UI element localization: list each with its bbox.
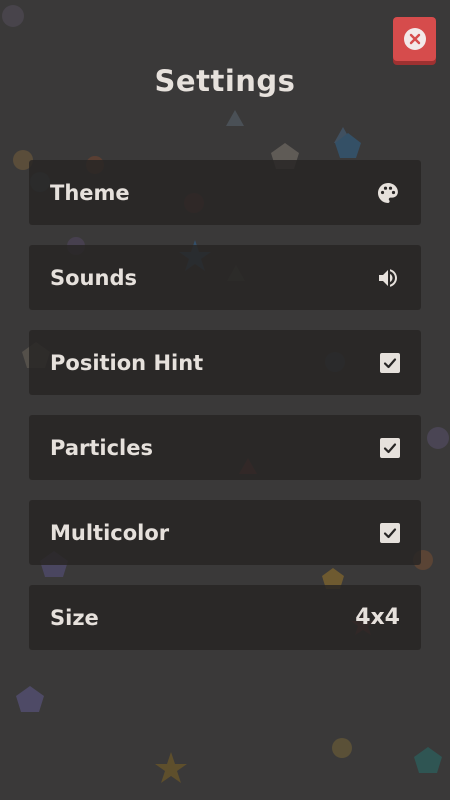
setting-position-hint[interactable]: Position Hint bbox=[29, 330, 421, 395]
setting-multicolor[interactable]: Multicolor bbox=[29, 500, 421, 565]
speaker-icon bbox=[376, 266, 400, 290]
particle-star bbox=[155, 752, 187, 783]
setting-particles[interactable]: Particles bbox=[29, 415, 421, 480]
setting-label: Multicolor bbox=[50, 520, 170, 545]
setting-label: Theme bbox=[50, 180, 130, 205]
setting-label: Particles bbox=[50, 435, 153, 460]
size-value: 4x4 bbox=[355, 605, 400, 630]
particle-pentagon bbox=[414, 747, 442, 773]
position-hint-checkbox[interactable] bbox=[380, 352, 400, 373]
setting-sounds[interactable]: Sounds bbox=[29, 245, 421, 310]
setting-label: Position Hint bbox=[50, 350, 204, 375]
close-button[interactable] bbox=[393, 17, 436, 61]
particle-triangle bbox=[226, 110, 244, 126]
setting-label: Sounds bbox=[50, 265, 137, 290]
particle-circle bbox=[332, 738, 352, 758]
checkmark-icon bbox=[383, 527, 397, 538]
particle-pentagon bbox=[16, 686, 44, 712]
page-title: Settings bbox=[154, 64, 296, 98]
setting-label: Size bbox=[50, 605, 99, 630]
settings-list: Theme Sounds Position Hint Particles Mul… bbox=[29, 160, 421, 670]
particle-circle bbox=[427, 427, 449, 449]
checkmark-icon bbox=[383, 442, 397, 453]
setting-theme[interactable]: Theme bbox=[29, 160, 421, 225]
setting-size[interactable]: Size 4x4 bbox=[29, 585, 421, 650]
close-icon bbox=[403, 28, 426, 50]
multicolor-checkbox[interactable] bbox=[380, 522, 400, 543]
particles-checkbox[interactable] bbox=[380, 437, 400, 458]
checkmark-icon bbox=[383, 357, 397, 368]
palette-icon bbox=[376, 181, 400, 205]
particle-circle bbox=[2, 5, 24, 27]
